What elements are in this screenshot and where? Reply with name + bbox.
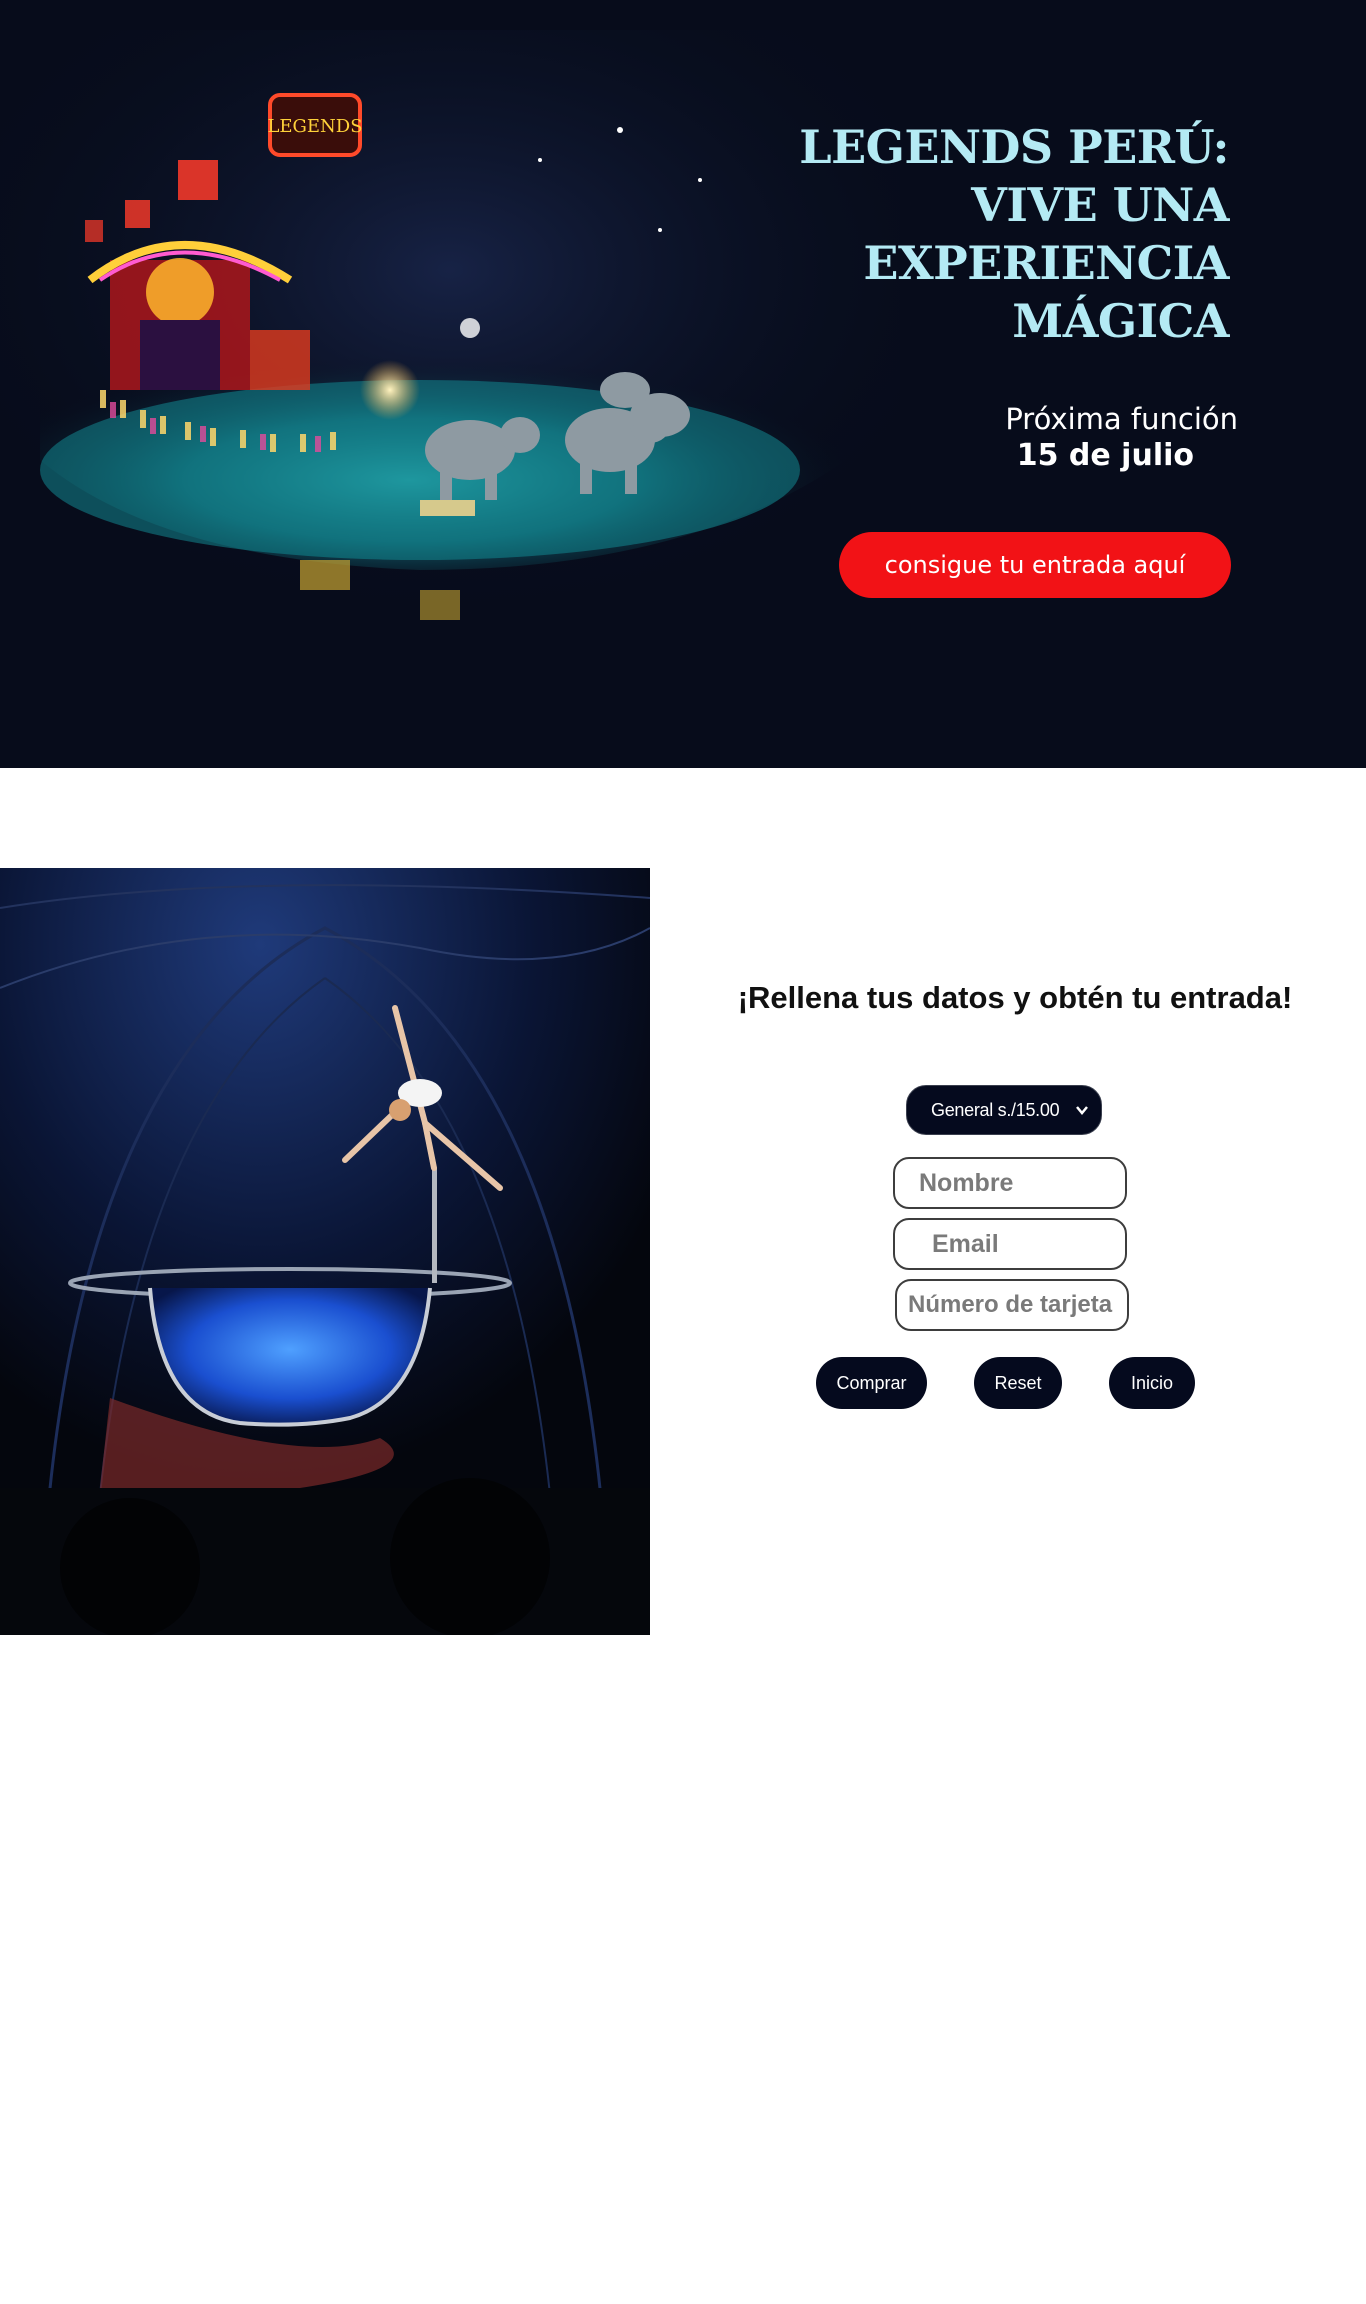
card-number-placeholder: Número de tarjeta [908,1291,1113,1318]
name-field[interactable]: Nombre [893,1157,1127,1209]
form-title: ¡Rellena tus datos y obtén tu entrada! [737,980,1293,1015]
ticket-type-selected: General s./15.00 [931,1099,1060,1120]
email-placeholder: Email [932,1229,999,1258]
acrobat-image [0,868,650,1635]
email-field[interactable]: Email [893,1218,1127,1270]
hero-title-line: VIVE UNA [971,178,1229,232]
next-show-label: Próxima función [1005,402,1238,436]
card-number-field[interactable]: Número de tarjeta [895,1279,1129,1331]
chevron-down-icon [1076,1106,1088,1115]
svg-text:LEGENDS: LEGENDS [267,116,362,137]
reset-button[interactable]: Reset [974,1357,1062,1409]
acrobat-illustration [0,868,650,1635]
next-show-date: 15 de julio [1016,438,1194,473]
hero-section: LEGENDS LEGENDS PERÚ: VIVE UNA EXPERIENC… [0,0,1366,768]
hero-title-line: MÁGICA [1012,294,1229,348]
home-button[interactable]: Inicio [1109,1357,1195,1409]
ticket-type-select[interactable]: General s./15.00 [906,1085,1102,1135]
hero-title-line: EXPERIENCIA [863,236,1229,290]
buy-button[interactable]: Comprar [816,1357,927,1409]
hero-title-line: LEGENDS PERÚ: [799,120,1229,174]
get-ticket-button[interactable]: consigue tu entrada aquí [839,532,1231,598]
hero-title: LEGENDS PERÚ: VIVE UNA EXPERIENCIA MÁGIC… [709,118,1229,350]
name-placeholder: Nombre [919,1168,1014,1197]
